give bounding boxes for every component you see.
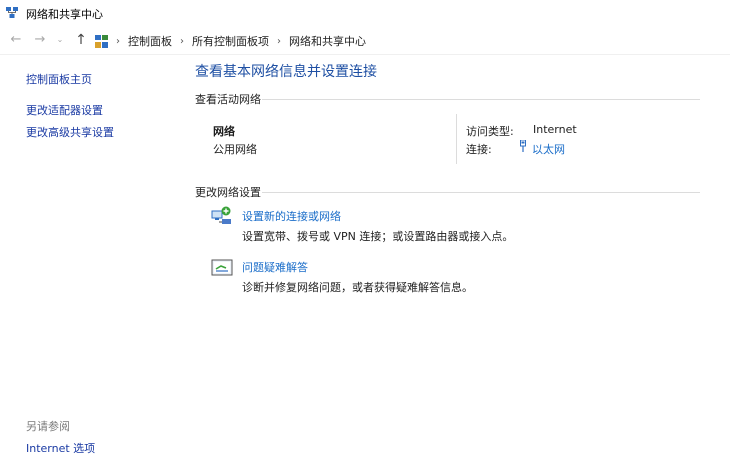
address-bar[interactable]: › 控制面板 › 所有控制面板项 › 网络和共享中心 bbox=[95, 31, 366, 51]
navigation-bar: ← → ⌄ ↑ › 控制面板 › 所有控制面板项 › 网络和共享中心 bbox=[0, 28, 730, 55]
troubleshoot-icon bbox=[211, 259, 233, 276]
network-name: 网络 bbox=[213, 125, 235, 138]
breadcrumb-control-panel[interactable]: 控制面板 bbox=[128, 33, 172, 49]
breadcrumb-all-items[interactable]: 所有控制面板项 bbox=[192, 33, 269, 49]
divider bbox=[262, 99, 700, 100]
up-button[interactable]: ↑ bbox=[73, 32, 89, 48]
sidebar-item-control-panel-home[interactable]: 控制面板主页 bbox=[26, 71, 92, 87]
forward-button[interactable]: → bbox=[32, 32, 48, 48]
sidebar-item-change-sharing-settings[interactable]: 更改高级共享设置 bbox=[26, 124, 114, 140]
troubleshoot-link[interactable]: 问题疑难解答 bbox=[242, 259, 308, 275]
page-title: 查看基本网络信息并设置连接 bbox=[195, 64, 377, 80]
back-button[interactable]: ← bbox=[8, 32, 24, 48]
sidebar: 控制面板主页 更改适配器设置 更改高级共享设置 另请参阅 Internet 选项 bbox=[0, 56, 185, 455]
ethernet-connection-link[interactable]: 以太网 bbox=[532, 141, 565, 157]
divider bbox=[456, 114, 457, 164]
troubleshoot-description: 诊断并修复网络问题，或者获得疑难解答信息。 bbox=[242, 281, 473, 294]
sidebar-item-internet-options[interactable]: Internet 选项 bbox=[26, 440, 95, 456]
window-title: 网络和共享中心 bbox=[26, 8, 103, 21]
access-type-label: 访问类型: bbox=[466, 125, 514, 138]
setup-new-connection-description: 设置宽带、拨号或 VPN 连接；或设置路由器或接入点。 bbox=[242, 230, 514, 243]
see-also-heading: 另请参阅 bbox=[26, 420, 70, 433]
breadcrumb-separator: › bbox=[180, 35, 184, 47]
control-panel-icon bbox=[95, 34, 108, 48]
sidebar-item-change-adapter-settings[interactable]: 更改适配器设置 bbox=[26, 102, 103, 118]
access-type-value: Internet bbox=[533, 123, 577, 136]
network-center-icon bbox=[6, 7, 18, 18]
network-setup-icon bbox=[211, 206, 231, 224]
breadcrumb-network-center[interactable]: 网络和共享中心 bbox=[289, 33, 366, 49]
network-category[interactable]: 公用网络 bbox=[213, 141, 257, 157]
connections-label: 连接: bbox=[466, 143, 492, 156]
setup-new-connection-link[interactable]: 设置新的连接或网络 bbox=[242, 208, 341, 224]
ethernet-icon bbox=[520, 140, 526, 152]
active-networks-heading: 查看活动网络 bbox=[195, 93, 261, 106]
breadcrumb-separator: › bbox=[277, 35, 281, 47]
breadcrumb-separator: › bbox=[116, 35, 120, 47]
recent-locations-button[interactable]: ⌄ bbox=[55, 32, 65, 48]
title-bar: 网络和共享中心 bbox=[0, 0, 730, 26]
divider bbox=[262, 192, 700, 193]
change-settings-heading: 更改网络设置 bbox=[195, 186, 261, 199]
